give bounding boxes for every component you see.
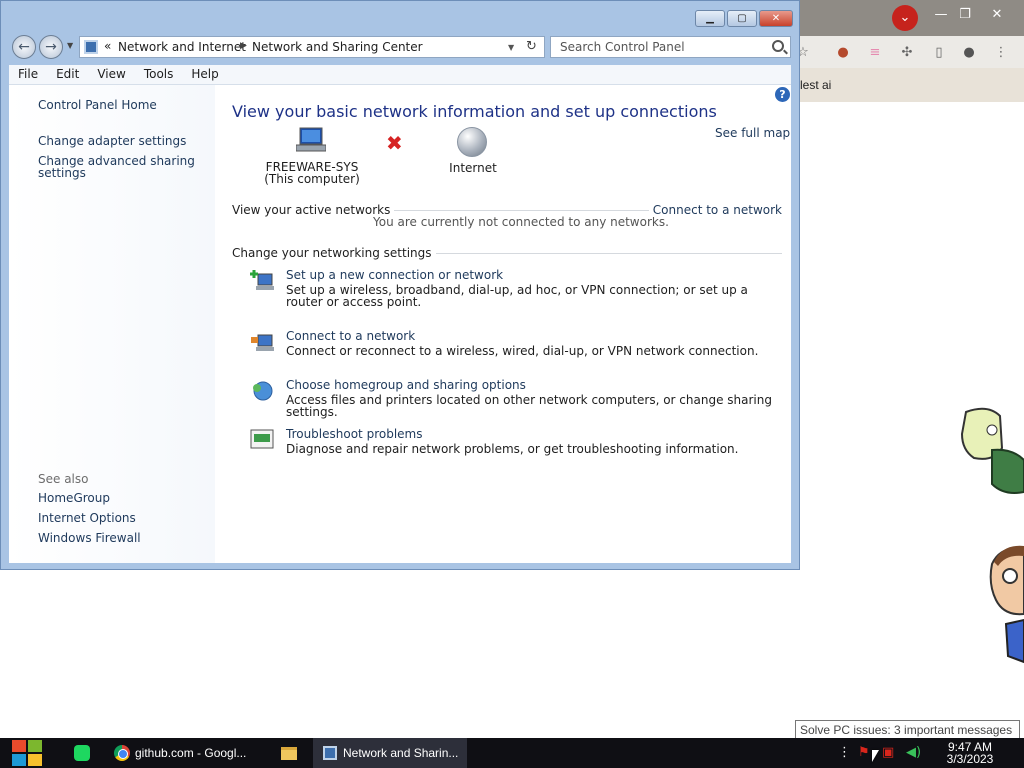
task-title[interactable]: Choose homegroup and sharing options	[286, 378, 526, 392]
action-center-flag-icon[interactable]: ⚑	[858, 738, 870, 768]
windows-firewall-link[interactable]: Windows Firewall	[38, 532, 141, 544]
system-clock[interactable]: 9:47 AM 3/3/2023	[944, 741, 996, 765]
taskbar-file-explorer[interactable]	[270, 738, 308, 768]
chrome-icon	[114, 745, 130, 761]
troubleshoot-icon	[250, 429, 274, 449]
tray-overflow-icon[interactable]: ⋮	[838, 738, 851, 768]
page-title: View your basic network information and …	[232, 102, 717, 121]
computer-icon[interactable]	[296, 127, 326, 153]
new-connection-icon	[250, 270, 274, 290]
change-settings-heading: Change your networking settings	[232, 246, 436, 260]
menu-view[interactable]: View	[88, 65, 134, 84]
extensions-puzzle-icon[interactable]: ✣	[898, 44, 916, 62]
taskbar-chrome[interactable]: github.com - Googl...	[104, 738, 264, 768]
minimize-button[interactable]: ▁	[695, 10, 725, 27]
window-controls: ▁ ▢ ✕	[695, 10, 793, 27]
change-adapter-settings-link[interactable]: Change adapter settings	[38, 135, 186, 147]
menu-edit[interactable]: Edit	[47, 65, 88, 84]
search-box[interactable]: Search Control Panel	[550, 36, 791, 58]
background-browser-window: ⌄ — ❐ ✕ ☆ ● ≡ ✣ ▯ ● ⋮ lest ai	[790, 0, 1024, 102]
network-center-icon	[323, 746, 337, 760]
bookmark-item[interactable]: lest ai	[800, 78, 831, 92]
recent-pages-dropdown[interactable]: ▼	[67, 41, 73, 50]
homegroup-link[interactable]: HomeGroup	[38, 492, 110, 504]
address-dropdown-icon[interactable]: ▼	[508, 43, 514, 52]
breadcrumb-network-sharing-center[interactable]: Network and Sharing Center	[252, 40, 423, 54]
browser-tab-search-button[interactable]: ⌄	[892, 5, 918, 31]
action-center-notification: Solve PC issues: 3 important messages	[795, 720, 1020, 739]
task-description: Access files and printers located on oth…	[286, 393, 772, 419]
control-panel-home-link[interactable]: Control Panel Home	[38, 99, 157, 111]
taskbar-chrome-label: github.com - Googl...	[135, 746, 247, 760]
network-disconnected-icon[interactable]: ▣	[882, 738, 894, 768]
see-also-heading: See also	[38, 472, 89, 486]
green-app-icon	[74, 745, 90, 761]
folder-icon	[281, 746, 297, 760]
task-connect-network[interactable]: Connect to a network Connect or reconnec…	[250, 329, 790, 363]
refresh-icon[interactable]: ↻	[526, 39, 537, 54]
help-icon[interactable]: ?	[775, 87, 790, 102]
close-button[interactable]: ✕	[759, 10, 793, 27]
side-panel-icon[interactable]: ▯	[930, 44, 948, 62]
forward-button[interactable]: →	[39, 35, 63, 59]
menu-file[interactable]: File	[9, 65, 47, 84]
task-title[interactable]: Connect to a network	[286, 329, 415, 343]
task-description: Connect or reconnect to a wireless, wire…	[286, 344, 759, 358]
address-bar[interactable]: « Network and Internet ▶ Network and Sha…	[79, 36, 545, 58]
task-description: Set up a wireless, broadband, dial-up, a…	[286, 283, 748, 309]
breadcrumb-network-and-internet[interactable]: Network and Internet	[118, 40, 246, 54]
breadcrumb-overflow-icon[interactable]: «	[104, 39, 111, 53]
browser-restore-button[interactable]: ❐	[952, 6, 978, 24]
not-connected-message: You are currently not connected to any n…	[373, 215, 669, 229]
breadcrumb-separator-icon[interactable]: ▶	[240, 41, 247, 51]
taskbar: github.com - Googl... Network and Sharin…	[0, 738, 1024, 768]
extension-flag-icon[interactable]: ≡	[866, 44, 884, 62]
change-settings-section: Change your networking settings	[232, 246, 782, 260]
volume-icon[interactable]: ◀)	[906, 738, 921, 768]
browser-close-button[interactable]: ✕	[984, 6, 1010, 24]
maximize-button[interactable]: ▢	[727, 10, 757, 27]
internet-label: Internet	[449, 161, 497, 175]
taskbar-green-app[interactable]	[64, 738, 100, 768]
back-button[interactable]: ←	[12, 35, 36, 59]
content-area: Control Panel Home Change adapter settin…	[9, 85, 791, 563]
homegroup-icon	[253, 381, 273, 401]
connect-network-icon	[251, 334, 274, 351]
task-homegroup-sharing[interactable]: Choose homegroup and sharing options Acc…	[250, 378, 790, 418]
connect-to-network-link[interactable]: Connect to a network	[648, 203, 782, 217]
start-button-icon[interactable]	[10, 738, 44, 768]
task-title[interactable]: Set up a new connection or network	[286, 268, 503, 282]
active-networks-heading: View your active networks	[232, 203, 395, 217]
clock-date: 3/3/2023	[946, 752, 994, 766]
taskbar-network-sharing[interactable]: Network and Sharin...	[313, 738, 467, 768]
search-icon[interactable]	[772, 40, 784, 52]
left-navigation-pane: Control Panel Home Change adapter settin…	[9, 85, 215, 563]
mouse-cursor-icon	[872, 750, 879, 762]
menu-help[interactable]: Help	[182, 65, 227, 84]
menu-bar: File Edit View Tools Help	[9, 65, 791, 85]
task-title[interactable]: Troubleshoot problems	[286, 427, 422, 441]
see-full-map-link[interactable]: See full map	[715, 126, 790, 140]
internet-options-link[interactable]: Internet Options	[38, 512, 136, 524]
navigation-bar: ← → ▼ « Network and Internet ▶ Network a…	[9, 33, 791, 61]
menu-tools[interactable]: Tools	[135, 65, 183, 84]
computer-subtitle: (This computer)	[264, 172, 360, 186]
task-troubleshoot[interactable]: Troubleshoot problems Diagnose and repai…	[250, 427, 790, 461]
browser-minimize-button[interactable]: —	[928, 6, 954, 24]
computer-name-label: FREEWARE-SYS (This computer)	[249, 161, 375, 185]
browser-menu-icon[interactable]: ⋮	[992, 44, 1010, 62]
network-center-icon	[84, 40, 98, 54]
search-input[interactable]: Search Control Panel	[560, 40, 685, 54]
internet-globe-icon[interactable]	[457, 127, 487, 157]
task-setup-connection[interactable]: Set up a new connection or network Set u…	[250, 268, 790, 312]
desktop-character-sticker	[989, 545, 1024, 664]
change-advanced-sharing-link[interactable]: Change advanced sharing settings	[38, 155, 198, 179]
profile-icon[interactable]: ●	[960, 44, 978, 62]
network-sharing-center-window: ▁ ▢ ✕ ← → ▼ « Network and Internet ▶ Net…	[0, 0, 800, 570]
extension-avatar-icon[interactable]: ●	[834, 44, 852, 62]
task-description: Diagnose and repair network problems, or…	[286, 442, 739, 456]
desktop-character-sticker	[960, 407, 1024, 494]
taskbar-network-label: Network and Sharin...	[343, 746, 459, 760]
disconnected-x-icon[interactable]: ✖	[386, 131, 403, 155]
